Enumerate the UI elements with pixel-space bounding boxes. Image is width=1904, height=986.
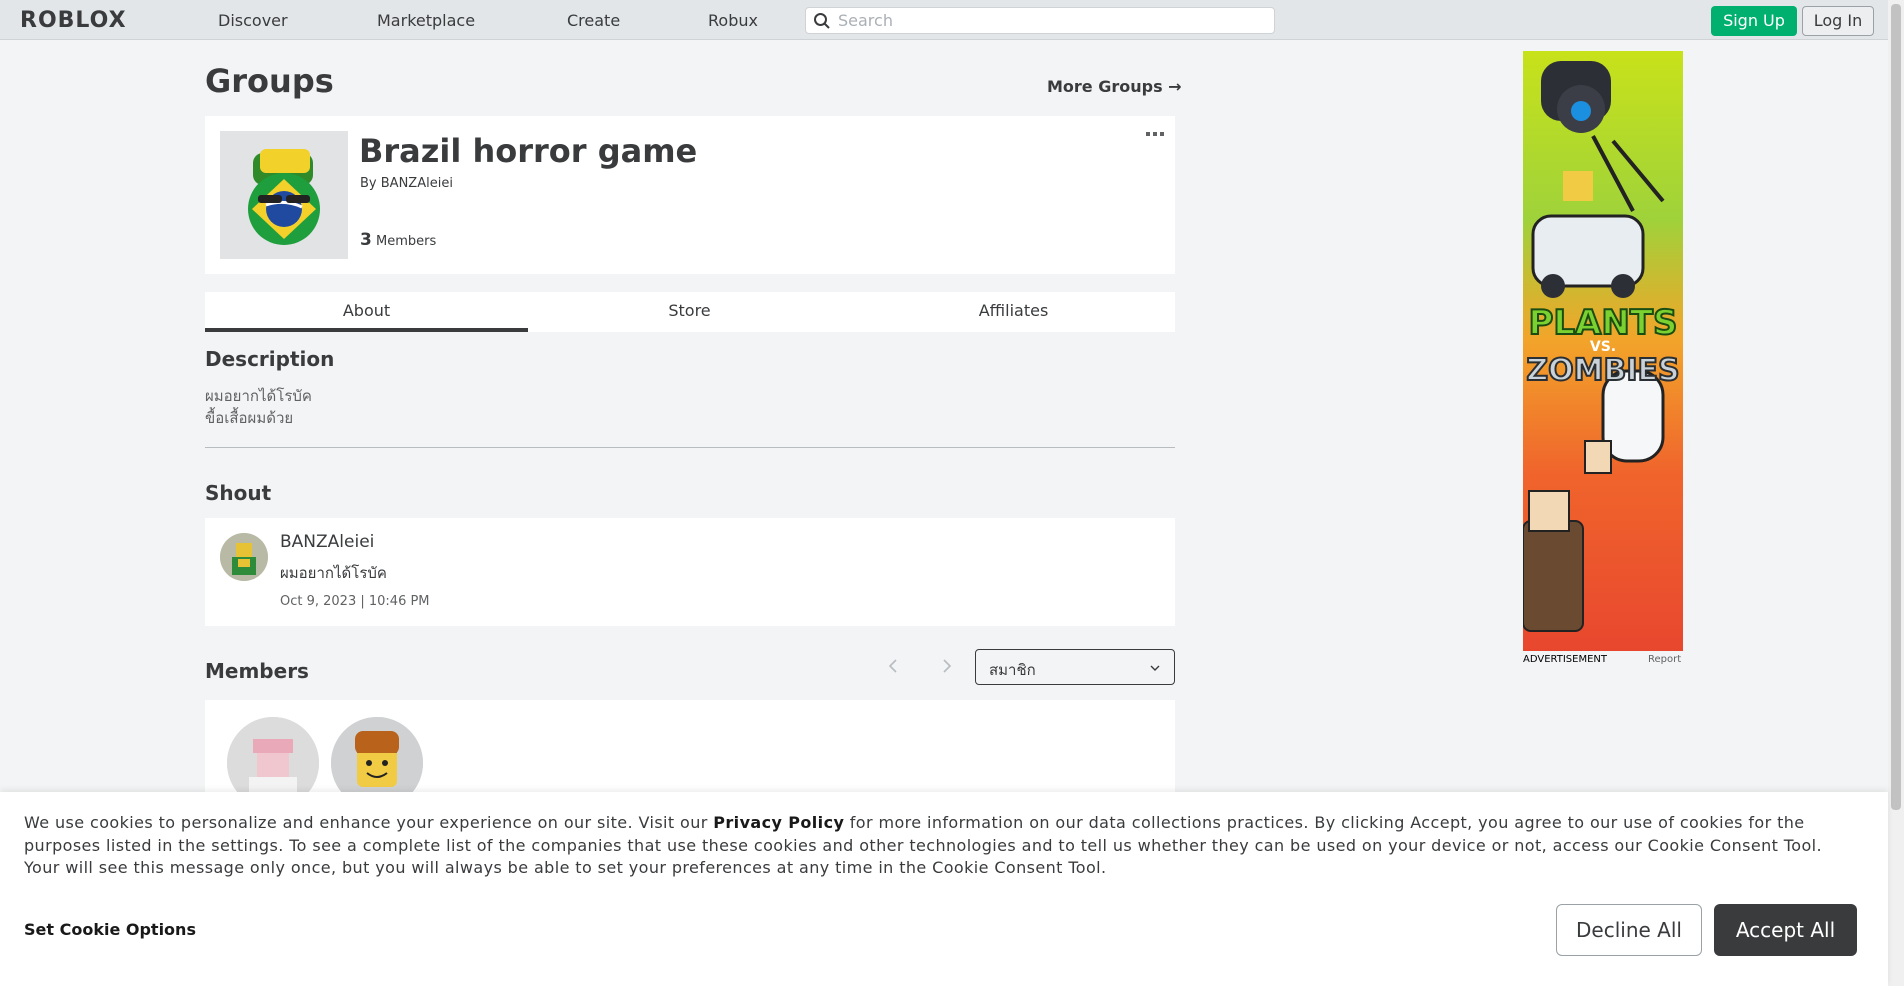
group-owner-line: By BANZAleiei xyxy=(360,176,453,191)
ad-title-zombies: ZOMBIES xyxy=(1525,352,1680,389)
sign-up-button[interactable]: Sign Up xyxy=(1711,6,1797,36)
by-label: By xyxy=(360,176,377,191)
avatar[interactable] xyxy=(220,533,268,581)
search-icon xyxy=(814,13,830,29)
shout-card: BANZAleiei ผมอยากได้โรบัค Oct 9, 2023 | … xyxy=(205,518,1175,626)
group-owner-link[interactable]: BANZAleiei xyxy=(381,176,453,191)
advertisement-label: ADVERTISEMENT xyxy=(1523,654,1608,665)
log-in-button[interactable]: Log In xyxy=(1802,6,1874,36)
group-emblem xyxy=(220,131,348,259)
cookie-text-part: We use cookies to personalize and enhanc… xyxy=(24,813,714,832)
description-line: ขื้อเสื้อผมด้วย xyxy=(205,409,294,427)
chevron-down-icon xyxy=(1150,665,1160,671)
cookie-consent-banner: We use cookies to personalize and enhanc… xyxy=(0,792,1888,986)
members-heading: Members xyxy=(205,659,309,683)
privacy-policy-link[interactable]: Privacy Policy xyxy=(713,813,844,832)
brazil-ball-icon xyxy=(248,149,320,245)
members-word: Members xyxy=(375,234,437,249)
nav-create[interactable]: Create xyxy=(567,11,620,30)
ad-title: PLANTS VS. ZOMBIES xyxy=(1523,302,1683,389)
nav-robux[interactable]: Robux xyxy=(708,11,758,30)
tab-store[interactable]: Store xyxy=(528,292,851,332)
accept-all-button[interactable]: Accept All xyxy=(1714,904,1857,956)
group-tabs: About Store Affiliates xyxy=(205,292,1175,332)
ad-title-plants: PLANTS xyxy=(1527,302,1678,344)
role-selected-value: สมาชิก xyxy=(989,661,1036,679)
top-navigation-bar: ROBLOX Discover Marketplace Create Robux… xyxy=(0,0,1888,40)
shout-heading: Shout xyxy=(205,481,272,505)
nav-discover[interactable]: Discover xyxy=(218,11,288,30)
search-input[interactable] xyxy=(838,10,1258,31)
description-heading: Description xyxy=(205,347,335,371)
page-title: Groups xyxy=(205,62,334,100)
description-line: ผมอยากได้โรบัค xyxy=(205,387,312,405)
ad-report-link[interactable]: Report xyxy=(1648,654,1681,665)
more-options-icon[interactable] xyxy=(1146,130,1164,138)
decline-all-button[interactable]: Decline All xyxy=(1556,904,1702,956)
chevron-right-icon[interactable] xyxy=(940,656,954,676)
role-dropdown[interactable]: สมาชิก xyxy=(975,649,1175,685)
group-name: Brazil horror game xyxy=(359,132,698,170)
description-text: ผมอยากได้โรบัค ขื้อเสื้อผมด้วย xyxy=(205,385,312,429)
set-cookie-options-button[interactable]: Set Cookie Options xyxy=(24,920,196,939)
nav-marketplace[interactable]: Marketplace xyxy=(377,11,475,30)
shout-timestamp: Oct 9, 2023 | 10:46 PM xyxy=(280,594,430,609)
search-box[interactable] xyxy=(805,7,1275,34)
shout-message: ผมอยากได้โรบัค xyxy=(280,564,387,582)
group-member-count: 3 Members xyxy=(360,230,436,250)
shout-username[interactable]: BANZAleiei xyxy=(280,532,374,552)
cookie-message: We use cookies to personalize and enhanc… xyxy=(24,812,1854,880)
tab-about[interactable]: About xyxy=(205,292,528,332)
tab-affiliates[interactable]: Affiliates xyxy=(852,292,1175,332)
roblox-logo[interactable]: ROBLOX xyxy=(20,8,127,33)
advertisement-banner[interactable]: PLANTS VS. ZOMBIES xyxy=(1523,51,1683,651)
group-header-card: Brazil horror game By BANZAleiei 3 Membe… xyxy=(205,116,1175,274)
section-divider xyxy=(205,447,1175,448)
user-avatar-icon xyxy=(220,533,268,581)
member-count-value: 3 xyxy=(360,230,372,250)
scrollbar-thumb[interactable] xyxy=(1891,4,1901,810)
more-groups-link[interactable]: More Groups → xyxy=(1047,77,1182,96)
chevron-left-icon[interactable] xyxy=(886,656,900,676)
